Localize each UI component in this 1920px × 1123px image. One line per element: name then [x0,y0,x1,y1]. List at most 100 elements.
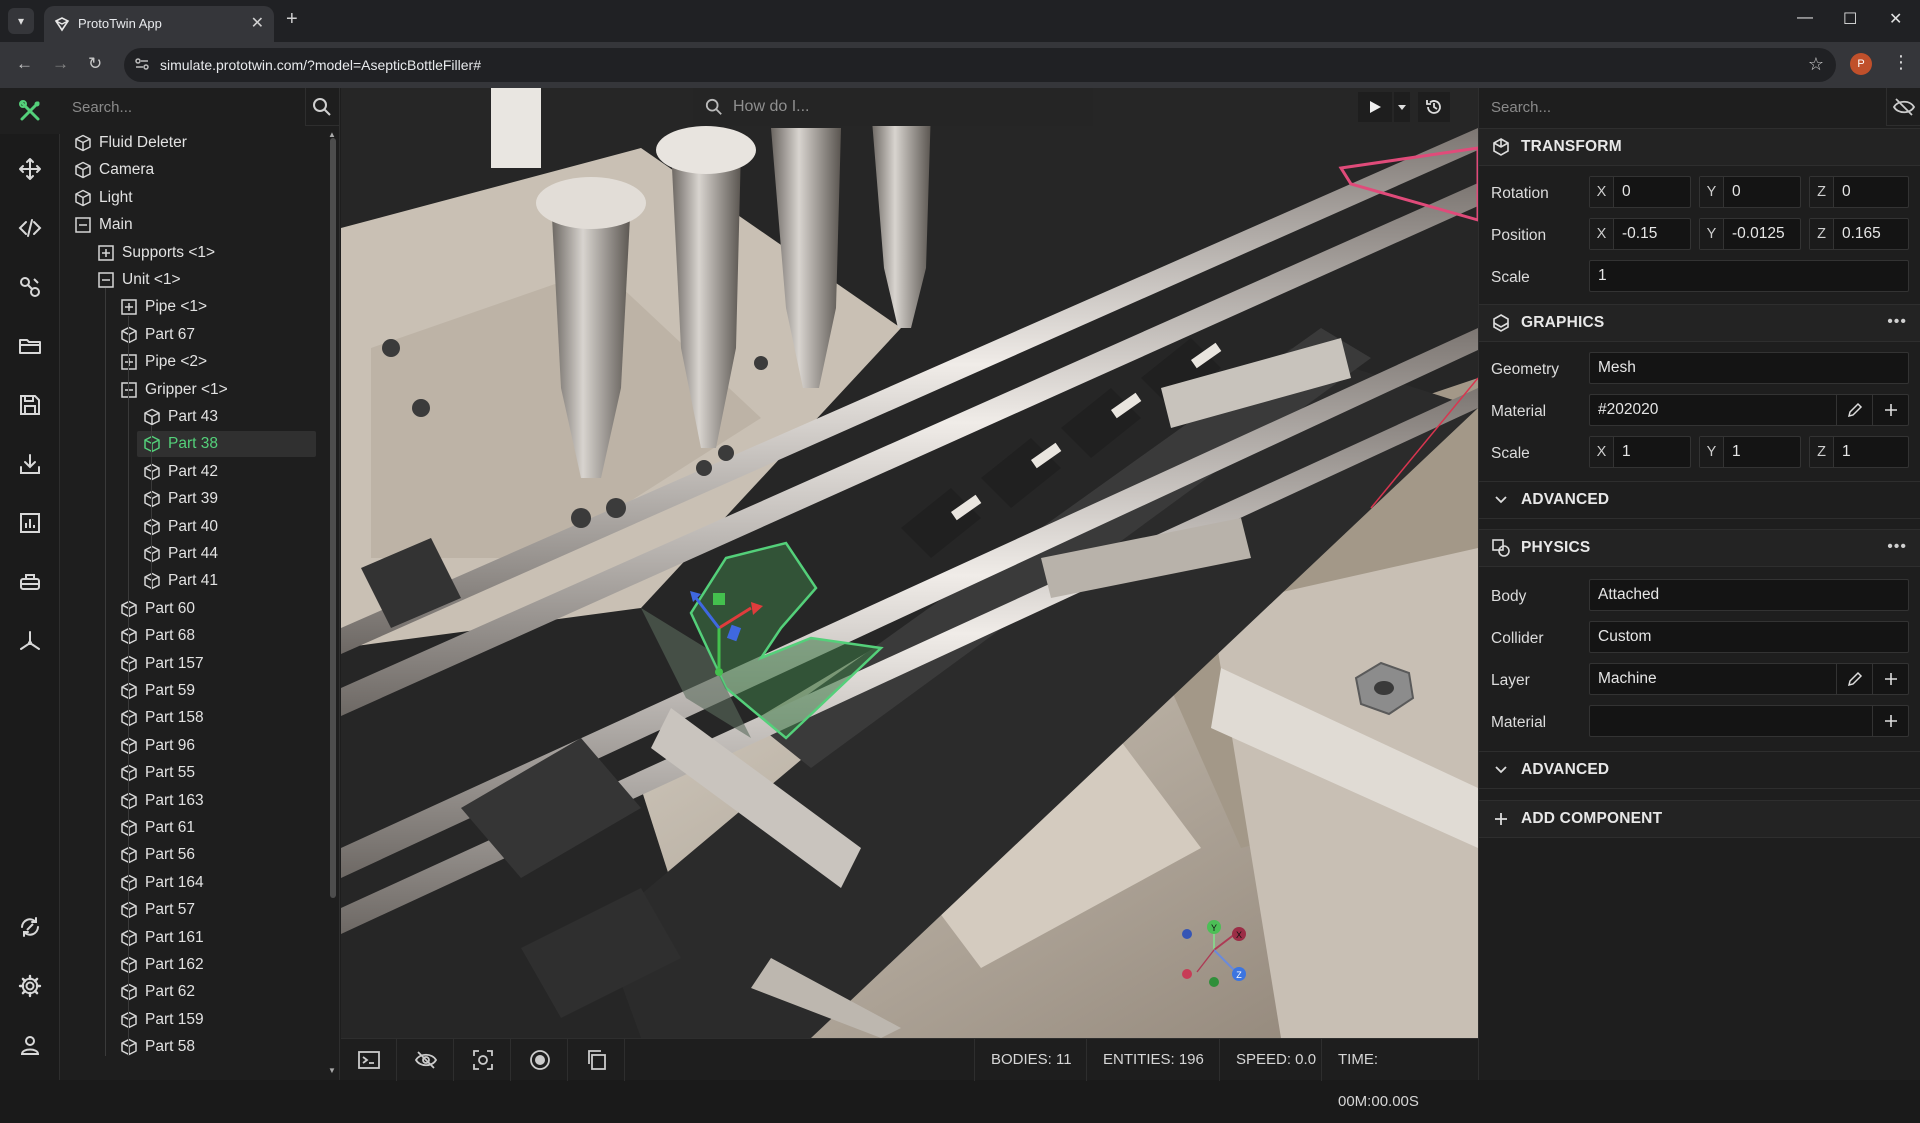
tree-item[interactable]: Light [74,185,133,211]
tool-axes[interactable] [0,618,60,664]
tree-item[interactable]: Part 41 [143,568,218,594]
tool-import[interactable] [0,441,60,487]
history-button[interactable] [1418,92,1450,122]
edit-layer-button[interactable] [1836,664,1872,694]
body-select[interactable]: Attached [1589,579,1909,611]
tree-item[interactable]: Main [74,212,133,238]
tree-item[interactable]: Part 96 [120,733,195,759]
tree-item[interactable]: Part 42 [143,459,218,485]
position-z-field[interactable]: Z 0.165 [1809,218,1909,250]
tree-item[interactable]: Part 164 [120,870,204,896]
edit-material-button[interactable] [1836,395,1872,425]
focus-button[interactable] [455,1039,511,1081]
tree-item[interactable]: Part 162 [120,952,204,978]
tree-item[interactable]: Pipe <1> [120,294,207,320]
tree-item[interactable]: Part 62 [120,979,195,1005]
uniform-scale-field[interactable]: 1 [1589,260,1909,292]
search-icon[interactable] [312,97,332,117]
tree-item[interactable]: Part 163 [120,788,204,814]
add-layer-button[interactable] [1872,664,1908,694]
tree-item[interactable]: Supports <1> [97,240,215,266]
hierarchy-search-input[interactable] [60,88,306,126]
graphics-scale-x-field[interactable]: X 1 [1589,436,1691,468]
tree-item[interactable]: Part 43 [143,404,218,430]
tree-item[interactable]: Camera [74,157,154,183]
position-y-field[interactable]: Y -0.0125 [1699,218,1801,250]
tree-item[interactable]: Part 67 [120,322,195,348]
record-button[interactable] [512,1039,568,1081]
profile-avatar[interactable]: P [1850,53,1872,75]
visibility-button[interactable] [398,1039,454,1081]
tool-robot[interactable] [0,559,60,605]
layer-field[interactable]: Machine [1589,663,1909,695]
add-material-button[interactable] [1872,395,1908,425]
new-tab-icon[interactable]: + [286,8,298,31]
transform-header[interactable]: TRANSFORM [1479,128,1920,166]
graphics-more-icon[interactable]: ••• [1887,313,1907,331]
physics-advanced-toggle[interactable]: ADVANCED [1479,751,1920,789]
window-close-icon[interactable]: ✕ [1889,9,1902,29]
tool-open[interactable] [0,323,60,369]
rotation-y-field[interactable]: Y 0 [1699,176,1801,208]
physics-header[interactable]: PHYSICS ••• [1479,529,1920,567]
geometry-field[interactable]: Mesh [1589,352,1909,384]
rotation-z-field[interactable]: Z 0 [1809,176,1909,208]
3d-viewport[interactable]: Y X Z [341,88,1478,1038]
tree-item[interactable]: Part 157 [120,651,204,677]
tree-item[interactable]: Part 56 [120,842,195,868]
add-component-button[interactable]: ADD COMPONENT [1479,800,1920,838]
position-x-field[interactable]: X -0.15 [1589,218,1691,250]
tool-code[interactable] [0,205,60,251]
minimize-icon[interactable]: — [1797,9,1813,27]
expand-box-icon[interactable] [97,244,115,262]
browser-tab[interactable]: ProtoTwin App ✕ [44,6,274,42]
tree-item[interactable]: Gripper <1> [120,377,228,403]
tree-item[interactable]: Fluid Deleter [74,130,187,156]
site-info-icon[interactable] [134,56,150,72]
close-tab-icon[interactable]: ✕ [251,13,264,33]
play-button[interactable] [1358,92,1392,122]
collider-select[interactable]: Custom [1589,621,1909,653]
tree-item[interactable]: Part 39 [143,486,218,512]
browser-menu-icon[interactable]: ⋮ [1892,52,1910,73]
bookmark-star-icon[interactable]: ☆ [1808,54,1824,75]
tree-item[interactable]: Part 60 [120,596,195,622]
physics-material-field[interactable] [1589,705,1909,737]
tree-item[interactable]: Part 161 [120,925,204,951]
graphics-scale-z-field[interactable]: Z 1 [1809,436,1909,468]
physics-more-icon[interactable]: ••• [1887,538,1907,556]
tree-item[interactable]: Pipe <2> [120,349,207,375]
tool-settings[interactable] [0,963,60,1009]
tree-item[interactable]: Part 57 [120,897,195,923]
rotation-x-field[interactable]: X 0 [1589,176,1691,208]
forward-icon[interactable]: → [52,54,69,74]
scroll-up-icon[interactable]: ▲ [328,130,336,139]
graphics-advanced-toggle[interactable]: ADVANCED [1479,481,1920,519]
scroll-down-icon[interactable]: ▼ [328,1066,336,1075]
back-icon[interactable]: ← [16,54,33,74]
tree-item[interactable]: Part 44 [143,541,218,567]
tree-item[interactable]: Part 61 [120,815,195,841]
graphics-header[interactable]: GRAPHICS ••• [1479,304,1920,342]
tree-item[interactable]: Unit <1> [97,267,181,293]
graphics-scale-y-field[interactable]: Y 1 [1699,436,1801,468]
expand-box-icon[interactable] [120,353,138,371]
maximize-icon[interactable]: ☐ [1843,9,1857,29]
tool-save[interactable] [0,382,60,428]
collapse-box-icon[interactable] [120,381,138,399]
inspector-search-input[interactable] [1479,88,1887,126]
tool-analytics[interactable] [0,500,60,546]
tool-connect[interactable] [0,264,60,310]
console-button[interactable] [341,1039,397,1081]
tree-item[interactable]: Part 58 [120,1034,195,1060]
filter-visibility-icon[interactable] [1893,97,1915,117]
tree-item[interactable]: Part 159 [120,1007,204,1033]
collapse-box-icon[interactable] [74,216,92,234]
tree-item[interactable]: Part 59 [120,678,195,704]
copy-button[interactable] [569,1039,625,1081]
expand-box-icon[interactable] [120,298,138,316]
tab-search-button[interactable]: ▾ [8,8,34,34]
play-options-button[interactable] [1394,92,1410,122]
graphics-material-field[interactable]: #202020 [1589,394,1909,426]
tree-item[interactable]: Part 68 [120,623,195,649]
